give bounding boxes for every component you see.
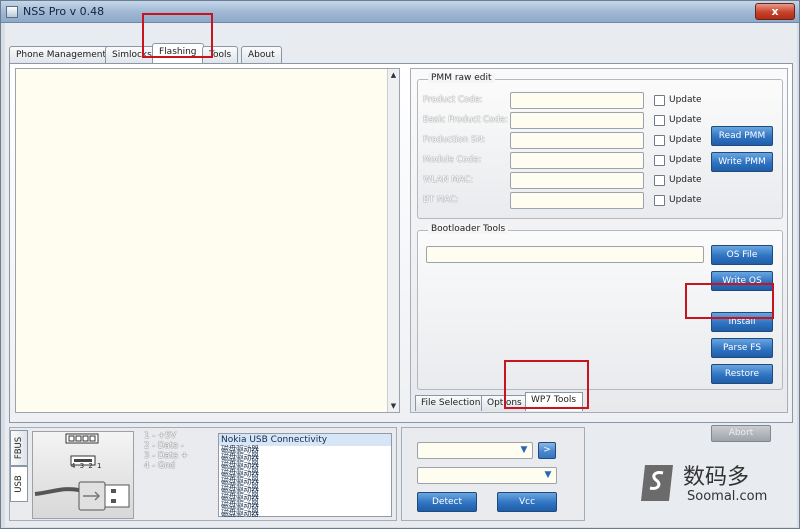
device-item[interactable]: 磁盘驱动器 (219, 510, 391, 518)
pin-label: 1 - +5V (144, 431, 177, 441)
log-scrollbar[interactable]: ▲ ▼ (387, 69, 399, 412)
update-checkbox[interactable] (654, 175, 665, 186)
abort-button[interactable]: Abort (711, 425, 771, 442)
highlight-wp7-tools-tab (504, 360, 589, 409)
restore-button[interactable]: Restore (711, 364, 773, 384)
go-button[interactable]: > (538, 442, 556, 459)
connection-pane: FBUS USB 4 3 2 1 1 - +5V 2 - Data - 3 - … (9, 427, 397, 521)
module-code-input[interactable] (510, 152, 644, 169)
tab-phone-management[interactable]: Phone Management (9, 46, 114, 64)
update-label: Update (669, 95, 702, 105)
app-window: NSS Pro v 0.48 x Phone Management Simloc… (0, 0, 800, 529)
close-button[interactable]: x (755, 3, 795, 20)
pmm-field-label: WLAN MAC: (423, 175, 474, 185)
title-bar: NSS Pro v 0.48 x (1, 1, 799, 23)
update-checkbox[interactable] (654, 155, 665, 166)
product-code-input[interactable] (510, 92, 644, 109)
update-checkbox[interactable] (654, 115, 665, 126)
pmm-field-label: Product Code: (423, 95, 483, 105)
parse-fs-button[interactable]: Parse FS (711, 338, 773, 358)
window-title: NSS Pro v 0.48 (23, 5, 105, 18)
right-pane: PMM raw edit Product Code: Update Basic … (410, 68, 788, 413)
mode-combo[interactable]: ▼ (417, 467, 557, 484)
subtab-file-selection[interactable]: File Selection (415, 395, 487, 411)
basic-product-code-input[interactable] (510, 112, 644, 129)
pin-label: 2 - Data - (144, 441, 184, 451)
update-label: Update (669, 195, 702, 205)
client-area: Phone Management Simlocks Flashing Tools… (5, 13, 797, 527)
pin-numbers: 4 3 2 1 (71, 462, 103, 470)
update-checkbox[interactable] (654, 95, 665, 106)
tab-usb[interactable]: USB (10, 466, 28, 502)
production-sn-input[interactable] (510, 132, 644, 149)
device-list[interactable]: Nokia USB Connectivity 磁盘驱动器 磁盘驱动器 磁盘驱动器… (218, 433, 392, 518)
flashing-tab-page: ▲ ▼ PMM raw edit Product Code: Update Ba… (9, 63, 793, 423)
update-checkbox[interactable] (654, 135, 665, 146)
pmm-group: PMM raw edit Product Code: Update Basic … (417, 73, 783, 219)
update-label: Update (669, 155, 702, 165)
scroll-down-icon[interactable]: ▼ (388, 400, 399, 412)
update-checkbox[interactable] (654, 195, 665, 206)
pmm-title: PMM raw edit (428, 73, 495, 83)
pmm-field-label: BT MAC: (423, 195, 459, 205)
usb-pinout-list: 1 - +5V 2 - Data - 3 - Data + 4 - Gnd (144, 431, 188, 471)
pmm-field-label: Basic Product Code: (423, 115, 508, 125)
pin-label: 4 - Gnd (144, 461, 176, 471)
os-file-button[interactable]: OS File (711, 245, 773, 265)
read-pmm-button[interactable]: Read PMM (711, 126, 773, 146)
port-combo[interactable]: ▼ (417, 442, 533, 459)
chevron-down-icon[interactable]: ▼ (542, 470, 554, 481)
vcc-button[interactable]: Vcc (497, 492, 557, 512)
watermark-en: Soomal.com (687, 489, 768, 504)
chevron-down-icon[interactable]: ▼ (518, 445, 530, 456)
bt-mac-input[interactable] (510, 192, 644, 209)
detect-button[interactable]: Detect (417, 492, 477, 512)
port-controls-pane: ▼ > ▼ Detect Vcc (401, 427, 585, 521)
watermark-cn: 数码多 (683, 465, 750, 490)
app-icon (6, 6, 18, 18)
tab-fbus[interactable]: FBUS (10, 430, 28, 466)
os-file-path-input[interactable] (426, 246, 704, 263)
tab-about[interactable]: About (241, 46, 282, 64)
highlight-install-button (685, 283, 774, 319)
log-area[interactable]: ▲ ▼ (15, 68, 400, 413)
wlan-mac-input[interactable] (510, 172, 644, 189)
pin-label: 3 - Data + (144, 451, 188, 461)
pmm-field-label: Module Code: (423, 155, 482, 165)
update-label: Update (669, 175, 702, 185)
update-label: Update (669, 135, 702, 145)
soomal-watermark: 数码多 Soomal.com (639, 459, 789, 507)
soomal-logo-icon (641, 465, 673, 501)
usb-connector-diagram: 4 3 2 1 (32, 431, 134, 519)
highlight-flashing-tab (142, 13, 213, 58)
update-label: Update (669, 115, 702, 125)
usb-plug-icon (34, 433, 130, 511)
pmm-field-label: Production SN: (423, 135, 486, 145)
bootloader-title: Bootloader Tools (428, 224, 509, 234)
scroll-up-icon[interactable]: ▲ (388, 69, 399, 81)
write-pmm-button[interactable]: Write PMM (711, 152, 773, 172)
